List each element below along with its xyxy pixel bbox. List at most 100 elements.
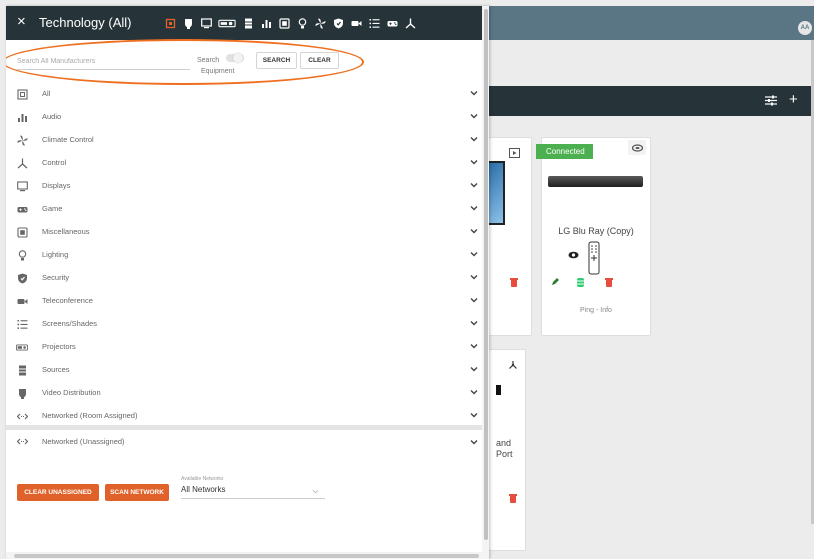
chevron-down-icon[interactable] <box>469 180 479 190</box>
chevron-down-icon[interactable] <box>469 249 479 259</box>
category-item-projectors[interactable]: Projectors <box>6 336 489 359</box>
category-label: All <box>42 89 51 98</box>
technology-panel: × Technology (All) Search Equipment SEAR… <box>6 6 489 559</box>
category-item-climate-control[interactable]: Climate Control <box>6 129 489 152</box>
category-item-screens-shades[interactable]: Screens/Shades <box>6 313 489 336</box>
available-networks-label: Available Networks <box>181 476 224 482</box>
user-avatar[interactable]: AA <box>798 21 812 35</box>
networked-icon <box>16 435 28 447</box>
category-item-lighting[interactable]: Lighting <box>6 244 489 267</box>
category-item-all[interactable]: All <box>6 83 489 106</box>
chevron-down-icon[interactable] <box>469 341 479 351</box>
delete-icon[interactable] <box>509 494 517 503</box>
category-networked-unassigned[interactable]: Networked (Unassigned) <box>6 431 489 453</box>
category-label: Climate Control <box>42 135 94 144</box>
screens-shades-icon[interactable] <box>367 16 381 30</box>
audio-icon[interactable] <box>259 16 273 30</box>
delete-icon[interactable] <box>510 278 518 287</box>
video-distribution-icon[interactable] <box>181 16 195 30</box>
game-icon[interactable] <box>385 16 399 30</box>
teleconference-icon <box>16 295 28 307</box>
search-equipment-toggle[interactable] <box>226 53 244 63</box>
edit-icon[interactable] <box>551 278 559 286</box>
lighting-icon[interactable] <box>295 16 309 30</box>
sources-icon[interactable] <box>241 16 255 30</box>
manufacturer-search-input[interactable] <box>17 53 190 70</box>
chevron-down-icon[interactable] <box>469 387 479 397</box>
screens-shades-icon <box>16 318 28 330</box>
chevron-down-icon[interactable] <box>469 134 479 144</box>
chevron-down-icon[interactable] <box>469 111 479 121</box>
networked-icon <box>16 410 28 422</box>
category-label: Control <box>42 158 67 167</box>
category-label: Video Distribution <box>42 388 101 397</box>
climate-control-icon[interactable] <box>313 16 327 30</box>
scan-network-button[interactable]: SCAN NETWORK <box>105 484 169 501</box>
chevron-down-icon[interactable] <box>469 437 479 447</box>
available-networks-select[interactable]: All Networks <box>181 485 325 499</box>
device-name-partial-1: and <box>496 438 512 448</box>
category-label: Displays <box>42 181 71 190</box>
teleconference-icon[interactable] <box>349 16 363 30</box>
panel-horizontal-scrollbar-thumb[interactable] <box>14 554 479 558</box>
delete-icon[interactable] <box>605 278 613 287</box>
category-label: Projectors <box>42 342 76 351</box>
eye-icon[interactable] <box>568 251 579 259</box>
section-divider <box>6 425 489 430</box>
chevron-down-icon[interactable] <box>469 272 479 282</box>
chevron-down-icon[interactable] <box>469 364 479 374</box>
device-image-partial <box>489 161 505 225</box>
control-icon[interactable] <box>403 16 417 30</box>
category-item-miscellaneous[interactable]: Miscellaneous <box>6 221 489 244</box>
device-card-partial[interactable]: and Port <box>489 349 526 551</box>
display-icon <box>16 180 28 192</box>
category-item-sources[interactable]: Sources <box>6 359 489 382</box>
category-label: Miscellaneous <box>42 227 90 236</box>
close-icon[interactable]: × <box>17 13 26 30</box>
chevron-down-icon[interactable] <box>469 203 479 213</box>
category-item-audio[interactable]: Audio <box>6 106 489 129</box>
clear-unassigned-button[interactable]: CLEAR UNASSIGNED <box>17 484 99 501</box>
category-item-displays[interactable]: Displays <box>6 175 489 198</box>
search-equipment-label-line2: Equipment <box>201 68 235 75</box>
category-label: Security <box>42 273 70 282</box>
game-icon <box>16 203 28 215</box>
category-label: Audio <box>42 112 62 121</box>
chevron-down-icon[interactable] <box>469 295 479 305</box>
category-item-control[interactable]: Control <box>6 152 489 175</box>
category-item-video-distribution[interactable]: Video Distribution <box>6 382 489 405</box>
category-label: Screens/Shades <box>42 319 98 328</box>
category-label: Game <box>42 204 63 213</box>
chevron-down-icon[interactable] <box>469 226 479 236</box>
remote-icon[interactable] <box>588 241 600 275</box>
panel-header: × Technology (All) <box>6 6 489 40</box>
security-icon[interactable] <box>331 16 345 30</box>
category-label: Lighting <box>42 250 69 259</box>
sliders-icon[interactable] <box>765 95 777 106</box>
category-item-game[interactable]: Game <box>6 198 489 221</box>
control-icon <box>16 157 28 169</box>
search-button[interactable]: SEARCH <box>256 52 297 69</box>
database-icon[interactable] <box>577 278 584 287</box>
display-icon[interactable] <box>199 16 213 30</box>
clear-button[interactable]: CLEAR <box>300 52 339 69</box>
projectors-icon[interactable] <box>217 16 237 30</box>
chevron-down-icon[interactable] <box>469 318 479 328</box>
panel-vertical-scrollbar-thumb[interactable] <box>484 9 488 540</box>
projector-icon[interactable] <box>163 16 177 30</box>
device-card-partial[interactable] <box>489 137 532 336</box>
ping-info-link[interactable]: Ping - Info <box>542 307 650 314</box>
network-icon[interactable] <box>628 140 646 155</box>
control-icon[interactable] <box>508 360 518 370</box>
chevron-down-icon[interactable] <box>469 410 479 420</box>
chevron-down-icon[interactable] <box>469 88 479 98</box>
lighting-icon <box>16 249 28 261</box>
add-icon[interactable]: + <box>789 91 798 108</box>
category-item-security[interactable]: Security <box>6 267 489 290</box>
play-icon[interactable] <box>509 148 520 158</box>
miscellaneous-icon[interactable] <box>277 16 291 30</box>
device-card[interactable]: Connected LG Blu Ray (Copy) Ping - Info <box>536 137 651 336</box>
category-filter-icons <box>163 16 417 30</box>
chevron-down-icon[interactable] <box>469 157 479 167</box>
category-item-teleconference[interactable]: Teleconference <box>6 290 489 313</box>
